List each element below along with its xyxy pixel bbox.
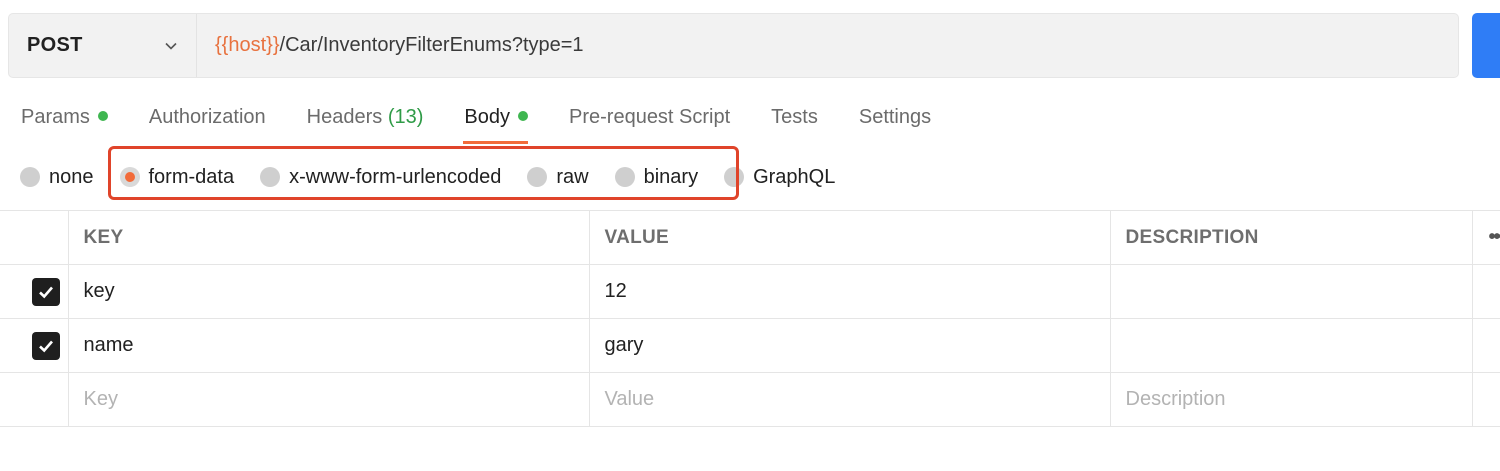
tab-params-label: Params [21,106,90,128]
tab-tests-label: Tests [771,106,818,128]
more-dots: ••• [1488,226,1500,248]
radio-graphql-label: GraphQL [753,165,836,188]
row-description-cell[interactable] [1110,318,1473,373]
tab-headers-label: Headers [306,106,383,128]
table-row: key 12 [0,264,1500,319]
row-check-cell [0,372,69,427]
status-dot [97,111,108,121]
header-key: KEY [68,210,590,265]
body-type-options: none form-data x-www-form-urlencoded raw… [20,160,861,194]
checkmark-icon [39,286,53,298]
new-description-input[interactable]: Description [1110,372,1473,427]
request-tabs: Params Authorization Headers (13) Body P… [0,96,951,144]
radio-circle-selected [119,167,140,187]
header-check-cell [0,210,69,265]
radio-form-data-label: form-data [148,165,235,188]
tab-tests[interactable]: Tests [750,96,838,144]
row-checkbox[interactable] [32,331,60,360]
tab-body[interactable]: Body [443,96,548,144]
tab-headers[interactable]: Headers (13) [286,96,444,144]
radio-urlencoded-label: x-www-form-urlencoded [289,165,502,188]
tab-pre-request-script-label: Pre-request Script [569,106,731,128]
header-description: DESCRIPTION [1110,210,1473,265]
more-options-icon[interactable]: ••• [1472,210,1500,265]
url-input[interactable]: {{host}}/Car/InventoryFilterEnums?type=1 [197,34,1458,57]
radio-circle [260,167,281,187]
url-variable: {{host}} [215,34,280,56]
row-checkbox[interactable] [32,277,60,306]
radio-circle [527,167,548,187]
row-description-cell[interactable] [1110,264,1473,319]
radio-binary[interactable]: binary [614,165,699,189]
radio-none[interactable]: none [20,166,94,189]
request-bar: POST {{host}}/Car/InventoryFilterEnums?t… [8,13,1459,78]
form-data-table: KEY VALUE DESCRIPTION ••• key 12 name ga… [0,210,1500,427]
row-more-cell [1472,264,1500,319]
url-path: /Car/InventoryFilterEnums?type=1 [279,34,584,56]
radio-raw-label: raw [556,165,589,188]
table-new-row: Key Value Description [0,372,1500,427]
method-select[interactable]: POST [9,14,197,77]
row-more-cell [1472,372,1500,427]
status-dot [518,111,528,121]
radio-binary-label: binary [643,165,699,188]
tab-authorization[interactable]: Authorization [128,96,286,144]
new-key-input[interactable]: Key [68,372,590,427]
radio-circle [20,167,40,187]
tab-settings-label: Settings [858,106,932,128]
table-header-row: KEY VALUE DESCRIPTION ••• [0,210,1500,265]
chevron-down-icon [165,42,177,50]
row-more-cell [1472,318,1500,373]
table-row: name gary [0,318,1500,373]
method-label: POST [27,34,83,56]
header-value: VALUE [589,210,1111,265]
radio-none-label: none [49,165,94,188]
tab-authorization-label: Authorization [148,106,266,128]
radio-circle [614,167,635,187]
row-check-cell [0,318,69,373]
tab-pre-request-script[interactable]: Pre-request Script [548,96,750,144]
row-key-cell[interactable]: name [68,318,590,373]
tab-settings[interactable]: Settings [838,96,951,144]
tab-body-label: Body [464,106,510,128]
radio-raw[interactable]: raw [527,165,589,189]
tab-params[interactable]: Params [0,96,128,144]
radio-urlencoded[interactable]: x-www-form-urlencoded [260,166,501,189]
headers-count: (13) [387,106,424,128]
row-value-cell[interactable]: gary [589,318,1111,373]
checkmark-icon [39,340,53,352]
radio-form-data[interactable]: form-data [119,165,235,189]
radio-graphql[interactable]: GraphQL [724,166,835,189]
send-button[interactable] [1472,13,1500,78]
row-key-cell[interactable]: key [68,264,590,319]
radio-circle [724,167,745,187]
row-value-cell[interactable]: 12 [589,264,1111,319]
new-value-input[interactable]: Value [589,372,1111,427]
row-check-cell [0,264,69,319]
